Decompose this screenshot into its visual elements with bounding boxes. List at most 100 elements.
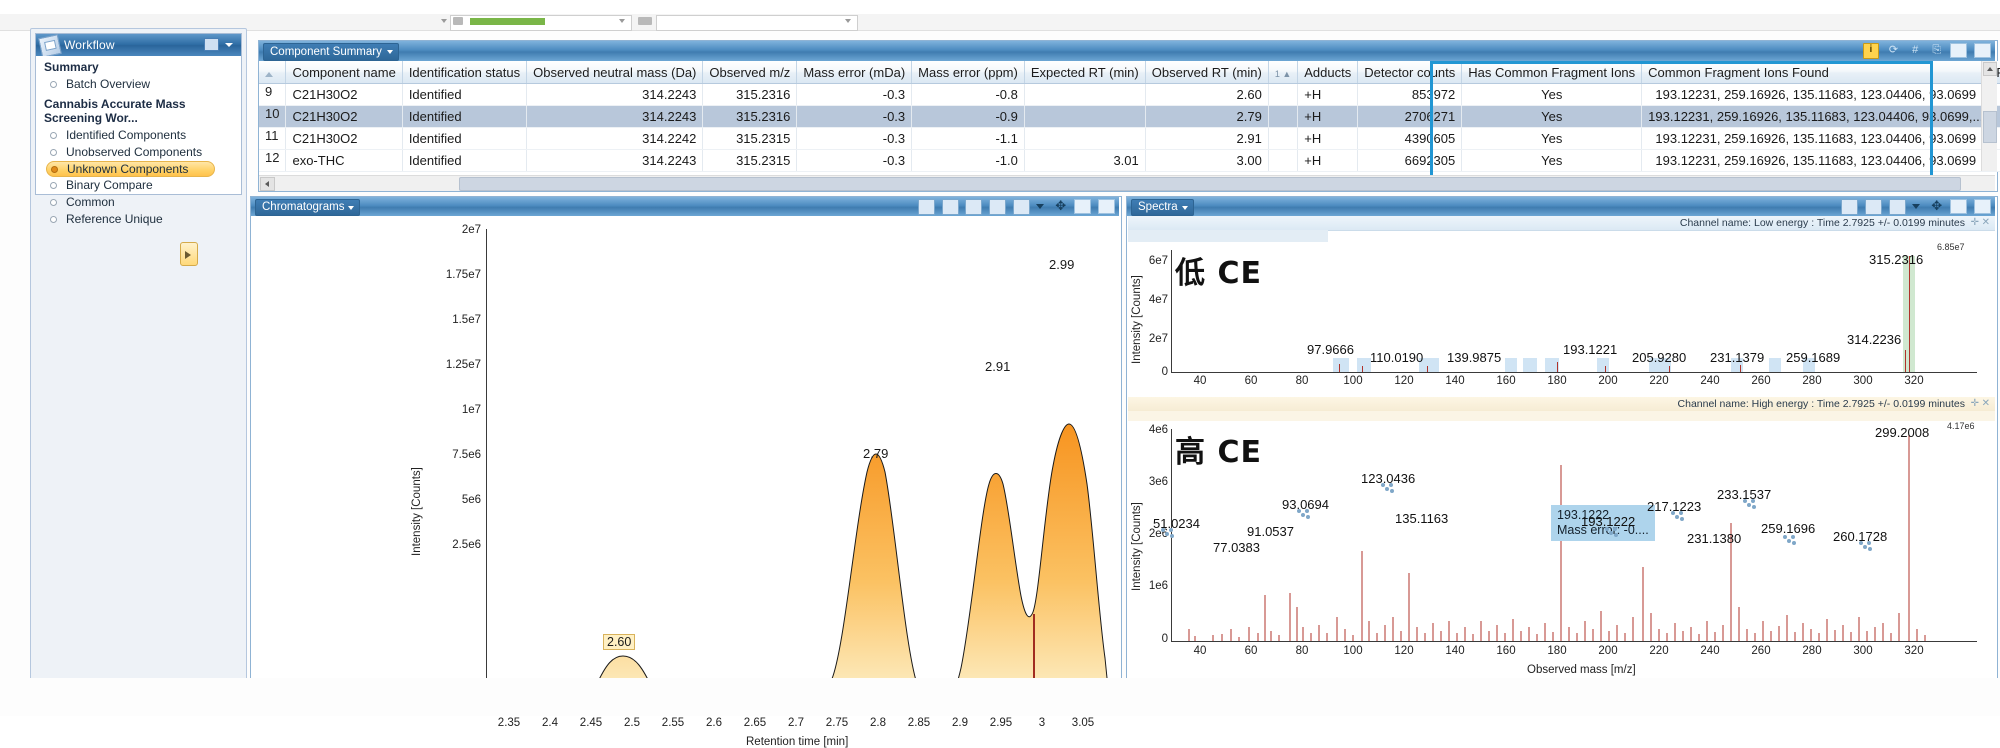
top-toolbar-strip [0,0,2000,30]
x-tick-label: 2.9 [940,717,980,729]
tab-chromatograms[interactable]: Chromatograms [255,199,360,216]
move-icon[interactable]: ✥ [1930,199,1944,213]
cell-observed-rt: 2.91 [1145,128,1268,150]
cell-observed-rt: 2.79 [1145,106,1268,128]
refresh-icon[interactable] [965,199,982,215]
spectra-toolbar: ✥ [1838,199,1991,215]
cell-observed-neutral-mass: 314.2242 [527,128,703,150]
peak-label-217-1223: 193.1222 [1581,514,1635,529]
sidebar-item-unknown-components[interactable]: Unknown Components [46,161,215,177]
table-horizontal-scrollbar[interactable] [259,175,1995,191]
column-header-component-name[interactable]: Component name [286,61,402,84]
panel-toolbar: ⟳ # ⎘ [1859,43,1991,59]
maximize-button[interactable] [1974,43,1991,58]
monitor-icon[interactable] [204,38,219,51]
close-icon[interactable]: ✕ [1982,398,1990,409]
chevron-down-icon[interactable] [1036,204,1044,209]
scroll-up-button[interactable] [1983,62,1997,76]
column-header-has-common-fragment-ions[interactable]: Has Common Fragment Ions [1462,61,1642,84]
low-energy-channel-label: Channel name: Low energy : Time 2.7925 +… [1680,217,1965,229]
column-header-mass-error-ppm[interactable]: Mass error (ppm) [912,61,1025,84]
toolbar-caret-1-icon[interactable] [441,19,447,23]
peak-label-299-2008: 260.1728 [1833,529,1887,544]
maximize-button[interactable] [1974,199,1991,214]
column-header-adducts[interactable]: Adducts [1298,61,1358,84]
column-header-index[interactable] [259,61,286,84]
sidebar-item-reference-unique[interactable]: Reference Unique [36,211,241,228]
tab-component-summary[interactable]: Component Summary [263,43,399,61]
minimize-button[interactable] [1074,199,1091,214]
pin-icon[interactable]: ✛ [1971,398,1979,409]
table-row[interactable]: 11 C21H30O2 Identified 314.2242 315.2315… [259,128,2000,150]
spectrum-peak-line [1339,364,1340,372]
column-header-observed-rt[interactable]: Observed RT (min) [1145,61,1268,84]
sidebar-collapse-handle[interactable] [180,242,198,266]
grid-icon[interactable]: # [1908,43,1922,57]
peak-label-259-1696: 233.1537 [1717,487,1771,502]
x-tick-label: 2.55 [653,717,693,729]
minimize-button[interactable] [1950,199,1967,214]
minimize-button[interactable] [1950,43,1967,58]
chevron-down-icon[interactable] [225,43,233,47]
cell-observed-rt: 3.00 [1145,150,1268,172]
table-row[interactable]: 9 C21H30O2 Identified 314.2243 315.2316 … [259,84,2000,106]
peak-label-139-9875: 139.9875 [1447,350,1501,365]
sidebar-item-identified-components[interactable]: Identified Components [36,127,241,144]
column-header-mass-error-mda[interactable]: Mass error (mDa) [797,61,912,84]
sidebar-item-batch-overview[interactable]: Batch Overview [36,76,241,93]
link-icon[interactable] [942,199,959,215]
table-view-icon[interactable] [918,199,935,215]
column-header-common-fragment-ions-found[interactable]: Common Fragment Ions Found [1642,61,1990,84]
column-header-sort-indicator[interactable]: 1 ▲ [1268,61,1297,84]
chevron-down-icon[interactable] [1912,204,1920,209]
table-vertical-scrollbar[interactable] [1981,61,1997,171]
column-header-identification-status[interactable]: Identification status [402,61,526,84]
cell-mass-error-mda: -0.3 [797,128,912,150]
maximize-button[interactable] [1098,199,1115,214]
toolbar-combo-2[interactable] [656,15,858,31]
x-tick-label: 140 [1439,375,1471,387]
x-tick-label: 160 [1490,645,1522,657]
toolbar-caret-2-icon[interactable] [619,19,625,23]
move-icon[interactable]: ✥ [1054,199,1068,213]
cell-has-common-fragment-ions: Yes [1462,84,1642,106]
pin-icon[interactable]: ✛ [1971,217,1979,228]
export-icon[interactable] [1013,199,1030,215]
column-header-observed-mz[interactable]: Observed m/z [703,61,797,84]
x-tick-label: 200 [1592,645,1624,657]
close-icon[interactable]: ✕ [1982,217,1990,228]
column-header-observed-neutral-mass[interactable]: Observed neutral mass (Da) [527,61,703,84]
selection-band [1769,358,1781,372]
cell-mass-error-ppm: -0.8 [912,84,1025,106]
grid-icon[interactable] [1865,199,1882,215]
selection-band [1333,358,1349,372]
peak-label-91-0537: 91.0537 [1247,524,1294,539]
export-icon[interactable] [1889,199,1906,215]
grid-icon[interactable] [989,199,1006,215]
column-header-detector-counts[interactable]: Detector counts [1358,61,1462,84]
cell-mass-error-ppm: -1.1 [912,128,1025,150]
peak-label-2-91: 2.91 [985,359,1010,374]
table-view-icon[interactable] [1841,199,1858,215]
toolbar-caret-3-icon[interactable] [845,19,851,23]
scroll-left-button[interactable] [260,177,275,191]
refresh-icon[interactable]: ⟳ [1887,43,1901,57]
x-tick-label: 320 [1898,375,1930,387]
x-tick-label: 2.8 [858,717,898,729]
table-row[interactable]: 12 exo-THC Identified 314.2243 315.2315 … [259,150,2000,172]
tab-spectra[interactable]: Spectra [1131,199,1194,216]
peak-label-135-1163: 135.1163 [1395,511,1448,526]
sidebar-item-binary-compare[interactable]: Binary Compare [36,177,241,194]
info-icon[interactable] [1863,43,1879,59]
table-row[interactable]: 10 C21H30O2 Identified 314.2243 315.2316… [259,106,2000,128]
scroll-thumb[interactable] [459,177,1961,191]
export-icon[interactable]: ⎘ [1930,43,1944,57]
column-header-expected-rt[interactable]: Expected RT (min) [1024,61,1145,84]
cell-observed-neutral-mass: 314.2243 [527,150,703,172]
chromatogram-plot: 2e7 1.75e7 1.5e7 1.25e7 1e7 7.5e6 5e6 2.… [251,216,1119,677]
sidebar-item-common[interactable]: Common [36,194,241,211]
x-tick-label: 320 [1898,645,1930,657]
scroll-thumb[interactable] [1983,111,1997,143]
toolbar-icon-2[interactable] [638,17,652,25]
sidebar-item-unobserved-components[interactable]: Unobserved Components [36,144,241,161]
